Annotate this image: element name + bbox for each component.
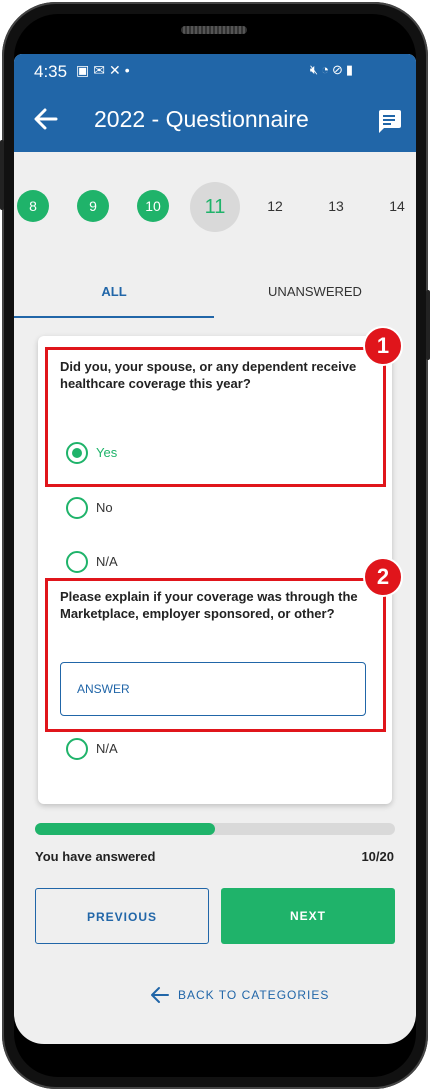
tab-unanswered[interactable]: UNANSWERED <box>214 268 416 316</box>
question-filter-tabs: ALL UNANSWERED <box>14 268 416 318</box>
status-system-icons: 🔇︎◔⊘▮ <box>310 62 356 78</box>
status-time: 4:35 <box>34 62 68 81</box>
option-na-label: N/A <box>96 554 118 569</box>
page-title: 2022 - Questionnaire <box>94 106 309 132</box>
radio-button[interactable] <box>66 497 88 519</box>
arrow-left-icon <box>151 987 169 1003</box>
step-13[interactable]: 13 <box>320 190 352 222</box>
highlight-box-1 <box>45 347 386 487</box>
wifi-icon: ◔ <box>321 62 332 77</box>
do-not-disturb-icon: ⊘ <box>331 62 346 77</box>
progress-label: You have answered <box>35 849 156 864</box>
back-to-categories-label: BACK TO CATEGORIES <box>178 988 330 1002</box>
mail-icon: ✉ <box>93 62 109 78</box>
radio-button[interactable] <box>66 551 88 573</box>
mute-icon: 🔇︎ <box>309 62 322 77</box>
speaker-grille <box>181 26 247 34</box>
power-button <box>426 290 430 360</box>
next-button[interactable]: NEXT <box>221 888 395 944</box>
volume-button <box>0 140 4 210</box>
step-14[interactable]: 14 <box>381 190 413 222</box>
step-8[interactable]: 8 <box>17 190 49 222</box>
callout-badge-2: 2 <box>363 557 403 597</box>
tab-all[interactable]: ALL <box>14 268 214 318</box>
step-12[interactable]: 12 <box>259 190 291 222</box>
chat-icon[interactable] <box>376 108 402 134</box>
app-bar: 2022 - Questionnaire <box>14 88 416 152</box>
progress-fill <box>35 823 215 835</box>
previous-button[interactable]: PREVIOUS <box>35 888 209 944</box>
call-missed-icon: ✕ <box>108 62 125 78</box>
step-9[interactable]: 9 <box>77 190 109 222</box>
highlight-box-2 <box>45 578 386 732</box>
radio-button[interactable] <box>66 738 88 760</box>
question-stepper: 8 9 10 11 12 13 14 <box>14 182 416 232</box>
screen: 4:35 ▣✉✕• 🔇︎◔⊘▮ 2022 - Questionnaire 8 9… <box>14 54 416 1044</box>
status-notification-icons: ▣✉✕• <box>76 62 134 79</box>
progress-bar <box>35 823 395 835</box>
dot-icon: • <box>124 62 134 78</box>
option-q2-na-label: N/A <box>96 741 118 756</box>
arrow-left-icon[interactable] <box>32 105 60 133</box>
step-10[interactable]: 10 <box>137 190 169 222</box>
step-11-current[interactable]: 11 <box>190 182 240 232</box>
battery-icon: ▮ <box>345 62 356 77</box>
status-bar: 4:35 ▣✉✕• 🔇︎◔⊘▮ <box>14 54 416 88</box>
option-no-label: No <box>96 500 113 515</box>
progress-count: 10/20 <box>361 849 394 864</box>
image-icon: ▣ <box>76 62 94 78</box>
callout-badge-1: 1 <box>363 326 403 366</box>
